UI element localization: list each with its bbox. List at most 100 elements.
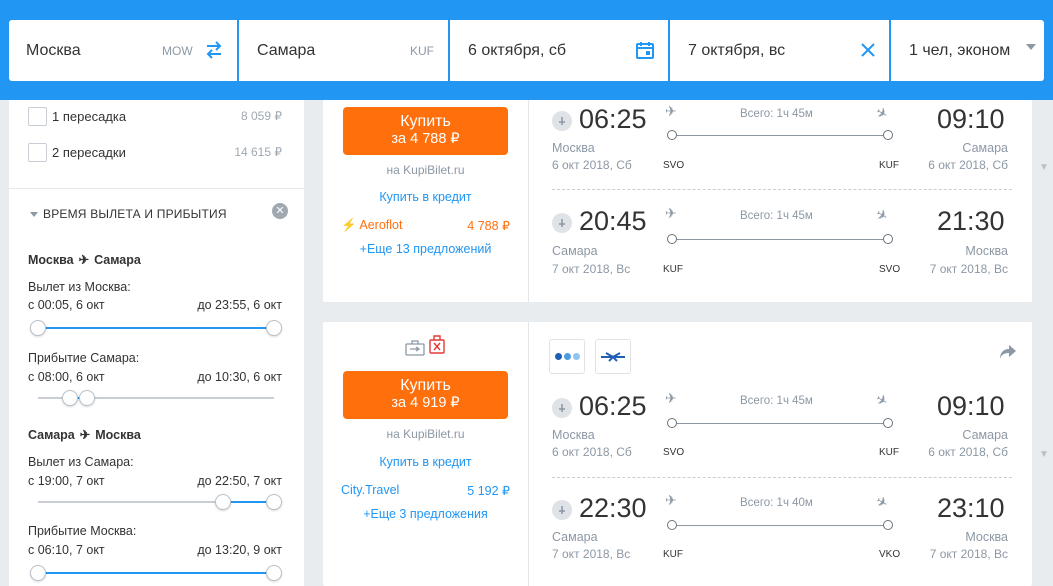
leg2-arrive-to: до 13:20, 9 окт bbox=[197, 543, 282, 557]
route-dot bbox=[667, 130, 677, 140]
destination-city: Самара bbox=[257, 41, 316, 59]
no-baggage-icon bbox=[428, 333, 446, 360]
airline-logo bbox=[549, 339, 585, 374]
pin-icon[interactable] bbox=[552, 398, 572, 418]
arrive-time: 09:10 bbox=[937, 391, 1005, 421]
depart-airport-code: SVO bbox=[663, 447, 685, 458]
more-offers-link[interactable]: +Еще 3 предложения bbox=[323, 507, 528, 521]
agency-label: на KupiBilet.ru bbox=[386, 427, 465, 441]
stops-2-checkbox[interactable] bbox=[28, 143, 47, 162]
slider-handle[interactable] bbox=[30, 320, 46, 336]
arrive-date: 6 окт 2018, Сб bbox=[928, 445, 1008, 459]
stops-1-label: 1 пересадка bbox=[52, 109, 127, 124]
search-bar: Москва MOW Самара KUF 6 октября, сб 7 ок… bbox=[0, 0, 1053, 100]
agency-label: на KupiBilet.ru bbox=[386, 163, 465, 177]
divider bbox=[528, 100, 529, 302]
return-date: 7 октября, вс bbox=[688, 41, 786, 59]
slider-handle[interactable] bbox=[266, 565, 282, 581]
landing-icon: ✈ bbox=[873, 492, 892, 512]
takeoff-icon: ✈ bbox=[665, 390, 677, 406]
origin-city: Москва bbox=[26, 41, 81, 59]
leg2-arrive-slider[interactable] bbox=[38, 572, 274, 574]
buy-price: за 4 788 ₽ bbox=[391, 131, 460, 147]
destination-field[interactable]: Самара KUF bbox=[239, 20, 448, 81]
route-dot bbox=[667, 234, 677, 244]
leg2-depart-slider[interactable] bbox=[38, 501, 274, 503]
slider-handle[interactable] bbox=[266, 494, 282, 510]
leg1-from: Москва bbox=[28, 252, 74, 267]
slider-handle[interactable] bbox=[79, 390, 95, 406]
arrive-city: Москва bbox=[965, 530, 1008, 544]
leg1-arrive-from: с 08:00, 6 окт bbox=[28, 370, 105, 384]
close-icon[interactable] bbox=[859, 41, 877, 64]
filters-sidebar: 1 пересадка 8 059 ₽ 2 пересадки 14 615 ₽… bbox=[9, 100, 304, 586]
route-line bbox=[672, 239, 888, 240]
stops-1-checkbox[interactable] bbox=[28, 107, 47, 126]
destination-code: KUF bbox=[410, 43, 434, 58]
leg1-depart-label: Вылет из Москва: bbox=[28, 280, 131, 294]
depart-city: Самара bbox=[552, 530, 598, 544]
divider bbox=[528, 322, 529, 586]
leg1-title: Москва ✈ Самара bbox=[28, 252, 141, 268]
plane-icon: ✈ bbox=[79, 428, 91, 442]
pin-icon[interactable] bbox=[552, 111, 572, 131]
depart-city: Москва bbox=[552, 428, 595, 442]
depart-airport-code: SVO bbox=[663, 160, 685, 171]
slider-handle[interactable] bbox=[215, 494, 231, 510]
stops-2-price: 14 615 ₽ bbox=[234, 145, 282, 159]
offer-price: 4 788 ₽ bbox=[467, 219, 510, 233]
route-dot bbox=[883, 520, 893, 530]
depart-date: 6 октября, сб bbox=[468, 41, 567, 59]
leg2-arrive-from: с 06:10, 7 окт bbox=[28, 543, 105, 557]
return-date-field[interactable]: 7 октября, вс bbox=[670, 20, 889, 81]
leg2-depart-label: Вылет из Самара: bbox=[28, 455, 134, 469]
credit-link[interactable]: Купить в кредит bbox=[323, 190, 528, 204]
buy-button[interactable]: Купить за 4 788 ₽ bbox=[343, 107, 508, 155]
depart-airport-code: KUF bbox=[663, 549, 683, 560]
leg1-arrive-label: Прибытие Самара: bbox=[28, 351, 140, 365]
depart-date-field[interactable]: 6 октября, сб bbox=[450, 20, 668, 81]
swap-icon[interactable] bbox=[204, 40, 224, 65]
route-dot bbox=[883, 130, 893, 140]
more-offers-link[interactable]: +Еще 13 предложений bbox=[323, 242, 528, 256]
reset-filter-icon[interactable]: ✕ bbox=[272, 203, 288, 219]
depart-time: 06:25 bbox=[579, 104, 647, 134]
takeoff-icon: ✈ bbox=[665, 492, 677, 508]
landing-icon: ✈ bbox=[873, 103, 892, 123]
slider-handle[interactable] bbox=[62, 390, 78, 406]
leg1-depart-slider[interactable] bbox=[38, 327, 274, 329]
collapse-icon[interactable] bbox=[30, 212, 38, 217]
pin-icon[interactable] bbox=[552, 213, 572, 233]
buy-price: за 4 919 ₽ bbox=[391, 395, 460, 411]
depart-time: 20:45 bbox=[579, 206, 647, 236]
arrive-time: 09:10 bbox=[937, 104, 1005, 134]
buy-label: Купить bbox=[400, 113, 451, 130]
divider bbox=[9, 188, 304, 189]
leg1-depart-from: с 00:05, 6 окт bbox=[28, 298, 105, 312]
depart-time: 06:25 bbox=[579, 391, 647, 421]
slider-handle[interactable] bbox=[30, 565, 46, 581]
leg1-to: Самара bbox=[94, 252, 141, 267]
arrive-date: 7 окт 2018, Вс bbox=[929, 262, 1008, 276]
offer-price: 5 192 ₽ bbox=[467, 484, 510, 498]
depart-date: 7 окт 2018, Вс bbox=[552, 547, 631, 561]
buy-label: Купить bbox=[400, 377, 451, 394]
calendar-icon[interactable] bbox=[635, 40, 655, 65]
offer-name[interactable]: ⚡ Aeroflot bbox=[341, 218, 402, 233]
credit-link[interactable]: Купить в кредит bbox=[323, 455, 528, 469]
passengers-field[interactable]: 1 чел, эконом bbox=[891, 20, 1044, 81]
buy-button[interactable]: Купить за 4 919 ₽ bbox=[343, 371, 508, 419]
takeoff-icon: ✈ bbox=[665, 205, 677, 221]
expand-arrow-icon[interactable]: ▼ bbox=[1039, 162, 1049, 173]
slider-handle[interactable] bbox=[266, 320, 282, 336]
share-icon[interactable] bbox=[999, 344, 1017, 365]
leg2-to: Москва bbox=[95, 427, 141, 442]
route-dot bbox=[883, 234, 893, 244]
offer-name[interactable]: City.Travel bbox=[341, 483, 399, 497]
origin-field[interactable]: Москва MOW bbox=[9, 20, 237, 81]
depart-date: 7 окт 2018, Вс bbox=[552, 262, 631, 276]
expand-arrow-icon[interactable]: ▼ bbox=[1039, 449, 1049, 460]
leg2-title: Самара ✈ Москва bbox=[28, 427, 141, 443]
arrive-city: Самара bbox=[962, 141, 1008, 155]
pin-icon[interactable] bbox=[552, 500, 572, 520]
